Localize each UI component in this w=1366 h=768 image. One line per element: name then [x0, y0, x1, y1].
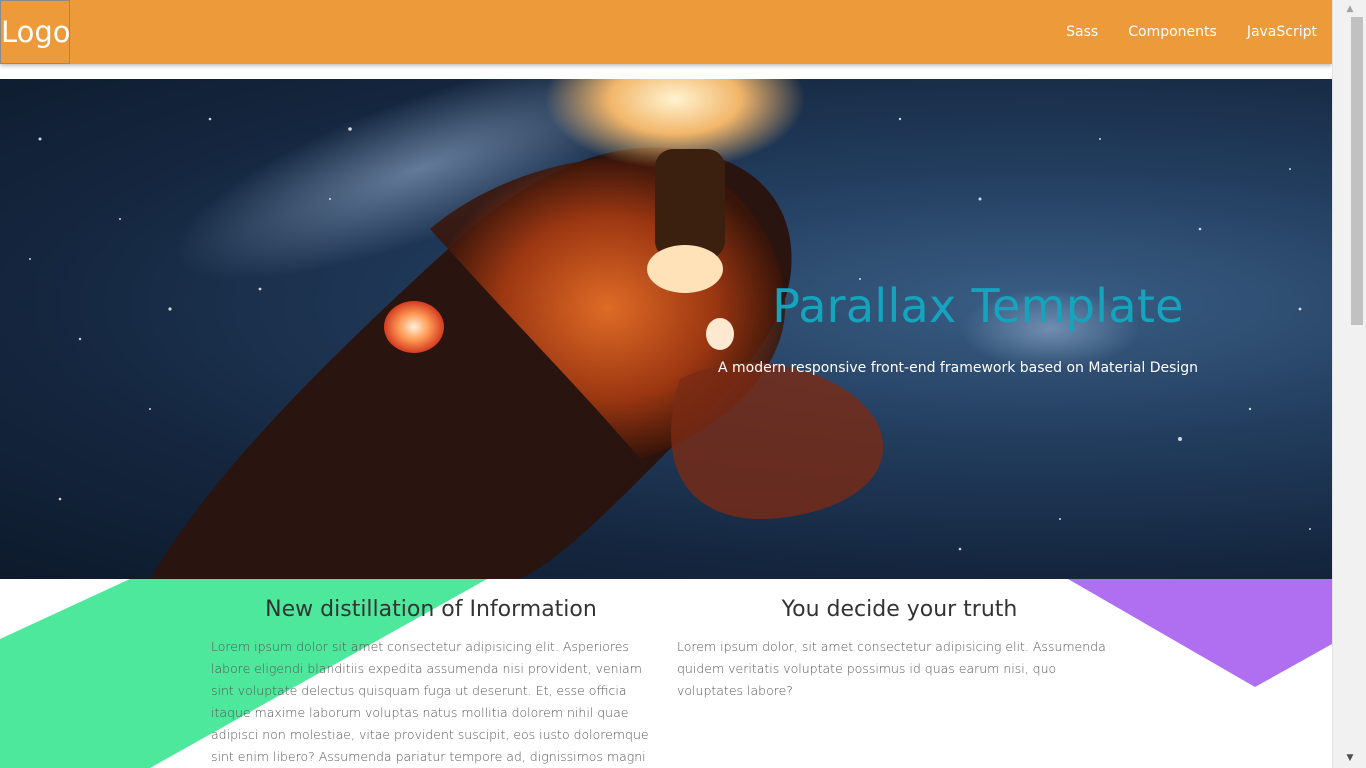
nav-link-sass[interactable]: Sass [1051, 0, 1113, 64]
nav-link-components[interactable]: Components [1113, 0, 1232, 64]
nav-links: Sass Components JavaScript [1051, 0, 1332, 64]
nav-link-javascript[interactable]: JavaScript [1232, 0, 1332, 64]
section-truth: You decide your truth Lorem ipsum dolor,… [677, 597, 1122, 702]
scroll-down-arrow-icon[interactable]: ▼ [1333, 751, 1366, 768]
hero-subtitle: A modern responsive front-end framework … [717, 360, 1199, 376]
logo-link[interactable]: Logo [0, 0, 71, 64]
section-title-distillation: New distillation of Information [265, 597, 597, 622]
nav-item-components: Components [1113, 0, 1232, 64]
hero-banner: Parallax Template A modern responsive fr… [0, 79, 1332, 579]
section-title-truth: You decide your truth [781, 597, 1018, 622]
nav-item-javascript: JavaScript [1232, 0, 1332, 64]
hero-title: Parallax Template [772, 279, 1184, 333]
section-distillation: New distillation of Information Lorem ip… [211, 597, 651, 768]
vertical-scrollbar[interactable]: ▲ ▼ [1332, 0, 1366, 768]
page: Logo Sass Components JavaScript Parallax… [0, 0, 1332, 768]
scroll-up-arrow-icon[interactable]: ▲ [1333, 0, 1366, 17]
section-text-truth: Lorem ipsum dolor, sit amet consectetur … [677, 639, 1106, 698]
scrollbar-thumb[interactable] [1351, 17, 1363, 325]
navbar: Logo Sass Components JavaScript [0, 0, 1332, 64]
section-text-distillation: Lorem ipsum dolor sit amet consectetur a… [211, 639, 649, 764]
nav-item-sass: Sass [1051, 0, 1113, 64]
